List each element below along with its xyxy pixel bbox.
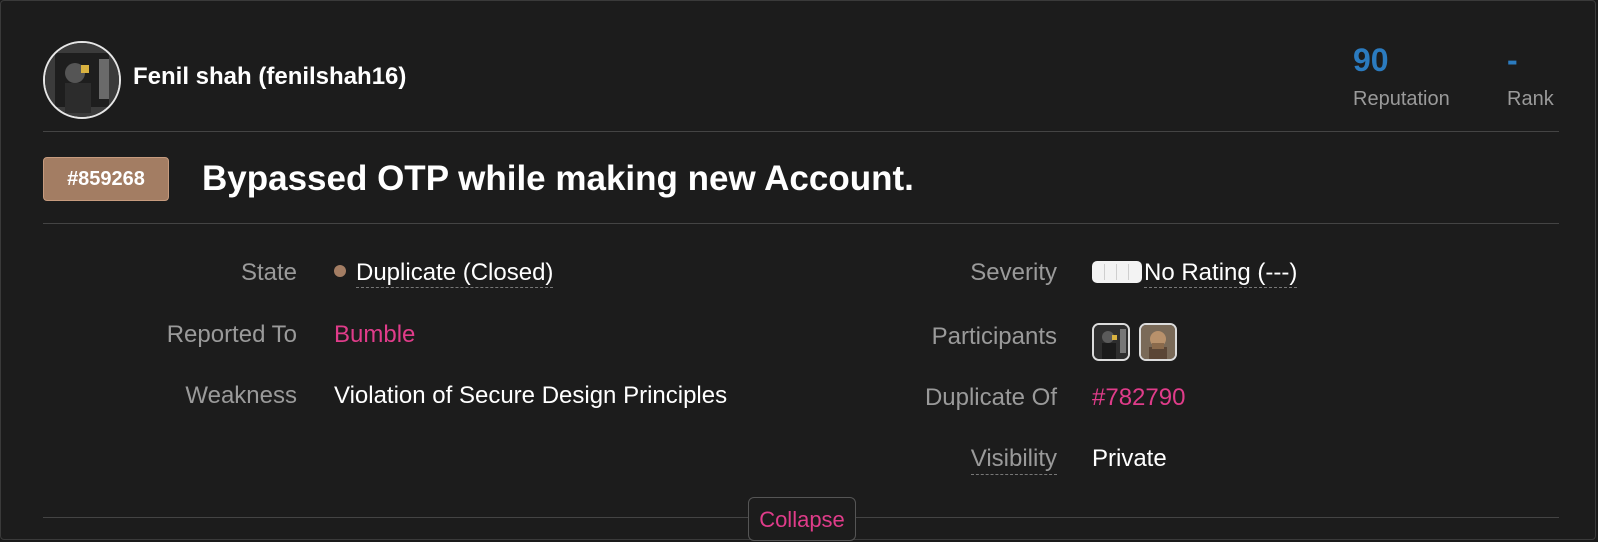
header-divider: [43, 131, 1559, 132]
rank-stat: - Rank: [1507, 41, 1554, 111]
reported-to-label: Reported To: [166, 321, 297, 348]
participant-avatar[interactable]: [1139, 323, 1177, 361]
severity-label: Severity: [970, 259, 1057, 286]
rank-label: Rank: [1507, 88, 1554, 110]
severity-value[interactable]: No Rating (---): [1092, 259, 1298, 288]
reputation-stat: 90 Reputation: [1353, 41, 1450, 111]
duplicate-of-label: Duplicate Of: [924, 384, 1057, 411]
visibility-label[interactable]: Visibility: [970, 445, 1057, 475]
duplicate-of-link[interactable]: #782790: [1092, 384, 1185, 412]
severity-text: No Rating (---): [1144, 259, 1298, 288]
reputation-value: 90: [1353, 42, 1389, 78]
visibility-value: Private: [1092, 445, 1167, 472]
severity-bar-icon: [1092, 261, 1142, 283]
report-id-badge[interactable]: #859268: [43, 157, 169, 201]
state-label: State: [240, 259, 297, 286]
collapse-button[interactable]: Collapse: [748, 497, 856, 541]
weakness-value: Violation of Secure Design Principles: [334, 382, 728, 409]
reporter-avatar[interactable]: [43, 41, 121, 119]
state-dot-icon: [334, 265, 346, 277]
state-text: Duplicate (Closed): [356, 259, 554, 288]
reporter-name[interactable]: Fenil shah (fenilshah16): [133, 63, 406, 91]
reputation-label: Reputation: [1353, 88, 1450, 110]
title-divider: [43, 223, 1559, 224]
participant-avatar[interactable]: [1092, 323, 1130, 361]
participants-label: Participants: [931, 323, 1057, 350]
reported-to-link[interactable]: Bumble: [334, 321, 415, 349]
report-title: Bypassed OTP while making new Account.: [202, 159, 914, 198]
weakness-label: Weakness: [185, 382, 297, 409]
report-card: Fenil shah (fenilshah16) 90 Reputation -…: [0, 0, 1596, 541]
state-value[interactable]: Duplicate (Closed): [334, 259, 554, 288]
rank-value: -: [1507, 42, 1518, 78]
